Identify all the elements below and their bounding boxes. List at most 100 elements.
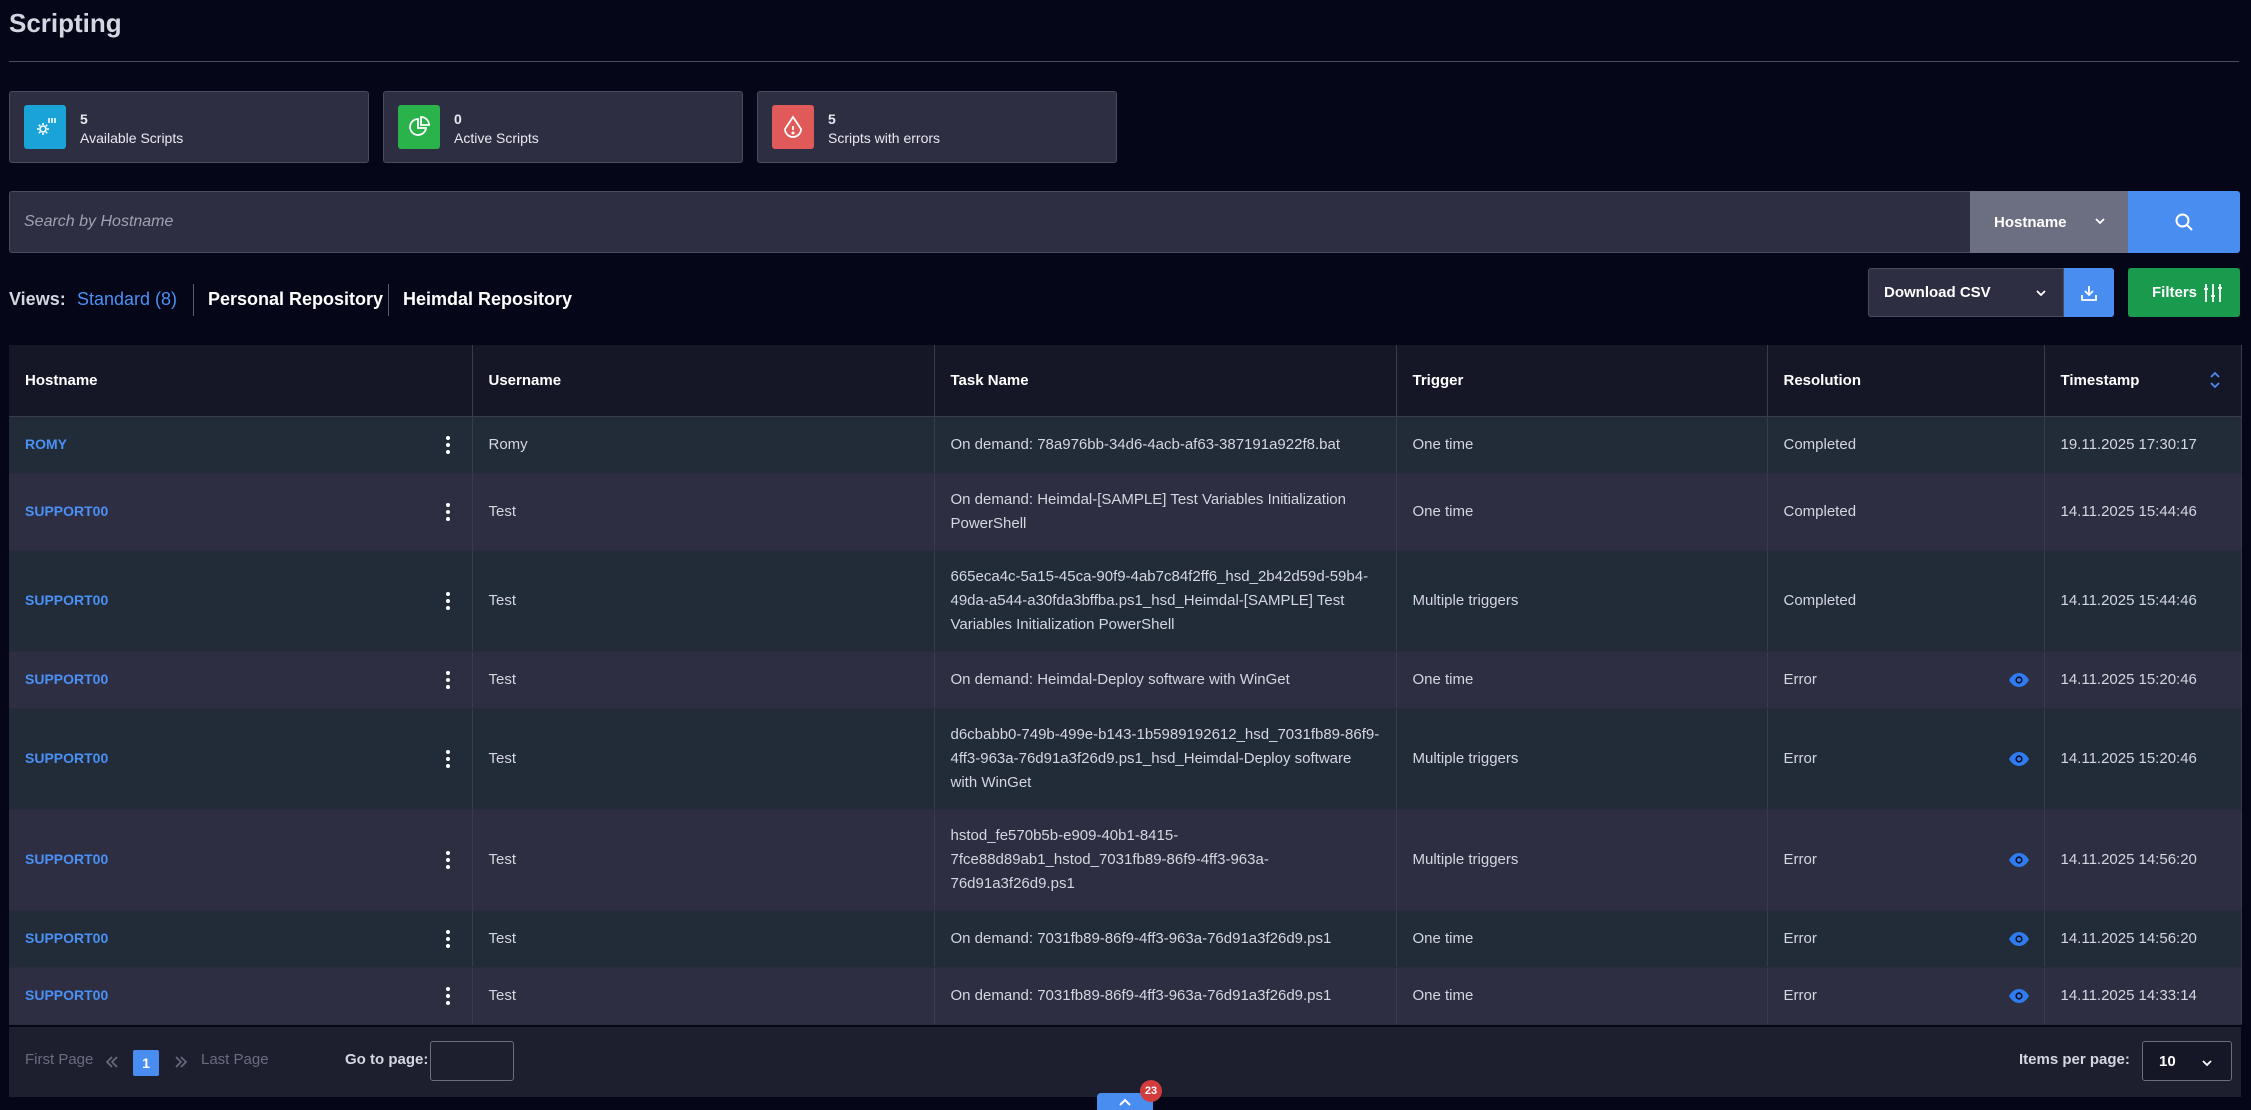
timestamp-date: 14.11.2025 xyxy=(2060,850,2135,868)
resolution-cell: Error xyxy=(1767,809,2045,911)
eye-icon[interactable] xyxy=(2008,988,2030,1004)
search-button[interactable] xyxy=(2128,191,2240,253)
hostname-cell: SUPPORT00 xyxy=(9,910,473,968)
kebab-menu-icon[interactable] xyxy=(445,435,450,454)
double-chevron-right-icon[interactable] xyxy=(174,1055,188,1069)
resolution-cell: Error xyxy=(1767,910,2045,968)
kebab-menu-icon[interactable] xyxy=(445,986,450,1005)
view-separator xyxy=(388,284,389,316)
timestamp-date: 14.11.2025 xyxy=(2060,986,2135,1004)
view-heimdal-repository[interactable]: Heimdal Repository xyxy=(403,289,572,310)
view-personal-repository[interactable]: Personal Repository xyxy=(208,289,383,310)
username-cell: Test xyxy=(472,550,935,652)
timestamp-cell: 14.11.2025 15:44:46 xyxy=(2044,550,2242,652)
eye-icon[interactable] xyxy=(2008,852,2030,868)
resolution-value: Error xyxy=(1783,670,1817,688)
items-per-page-value: 10 xyxy=(2159,1052,2176,1070)
kebab-menu-icon[interactable] xyxy=(445,929,450,948)
column-header-hostname[interactable]: Hostname xyxy=(9,345,473,417)
resolution-cell: Completed xyxy=(1767,473,2045,551)
resolution-value: Error xyxy=(1783,929,1817,947)
kebab-menu-icon[interactable] xyxy=(445,502,450,521)
stat-label: Active Scripts xyxy=(454,130,539,146)
kebab-menu-icon[interactable] xyxy=(445,670,450,689)
table-row: SUPPORT00 Test hstod_fe570b5b-e909-40b1-84… xyxy=(9,809,2242,911)
column-header-resolution[interactable]: Resolution xyxy=(1767,345,2045,417)
timestamp-date: 19.11.2025 xyxy=(2060,435,2135,453)
items-per-page-select[interactable]: 10 xyxy=(2142,1041,2232,1081)
timestamp-time: 15:44:46 xyxy=(2138,591,2197,609)
column-header-trigger[interactable]: Trigger xyxy=(1396,345,1768,417)
hostname-cell: SUPPORT00 xyxy=(9,550,473,652)
hostname-link[interactable]: SUPPORT00 xyxy=(25,671,108,687)
search-input[interactable] xyxy=(24,192,1924,252)
timestamp-time: 15:20:46 xyxy=(2138,670,2197,688)
notification-badge[interactable]: 23 xyxy=(1140,1080,1162,1102)
task-name-cell: On demand: Heimdal-[SAMPLE] Test Variabl… xyxy=(934,473,1397,551)
download-csv-label: Download CSV xyxy=(1884,284,1991,301)
script-gear-icon xyxy=(24,105,66,149)
eye-icon[interactable] xyxy=(2008,931,2030,947)
timestamp-cell: 14.11.2025 14:56:20 xyxy=(2044,809,2242,911)
timestamp-cell: 14.11.2025 14:33:14 xyxy=(2044,967,2242,1025)
timestamp-date: 14.11.2025 xyxy=(2060,670,2135,688)
current-page[interactable]: 1 xyxy=(133,1050,159,1076)
filters-button[interactable]: Filters xyxy=(2128,268,2240,317)
table-row: SUPPORT00 Test On demand: Heimdal-Deploy s… xyxy=(9,651,2242,709)
username-cell: Test xyxy=(472,910,935,968)
timestamp-cell: 14.11.2025 15:44:46 xyxy=(2044,473,2242,551)
search-field-select[interactable]: Hostname xyxy=(1970,191,2128,253)
stat-label: Available Scripts xyxy=(80,130,184,146)
hostname-link[interactable]: SUPPORT00 xyxy=(25,503,108,519)
last-page-link[interactable]: Last Page xyxy=(201,1051,269,1068)
hostname-link[interactable]: SUPPORT00 xyxy=(25,930,108,946)
chevron-down-icon xyxy=(2202,1060,2212,1067)
timestamp-time: 15:44:46 xyxy=(2138,502,2197,520)
timestamp-cell: 19.11.2025 17:30:17 xyxy=(2044,416,2242,474)
task-name-cell: On demand: 7031fb89-86f9-4ff3-963a-76d91… xyxy=(934,910,1397,968)
hostname-link[interactable]: SUPPORT00 xyxy=(25,851,108,867)
kebab-menu-icon[interactable] xyxy=(445,850,450,869)
resolution-cell: Completed xyxy=(1767,550,2045,652)
stat-label: Scripts with errors xyxy=(828,130,941,146)
table-row: ROMY Romy On demand: 78a976bb-34d6-4acb-af… xyxy=(9,416,2242,474)
hostname-link[interactable]: ROMY xyxy=(25,436,67,452)
eye-icon[interactable] xyxy=(2008,751,2030,767)
items-per-page-label: Items per page: xyxy=(2019,1051,2130,1068)
kebab-menu-icon[interactable] xyxy=(445,749,450,768)
hostname-link[interactable]: SUPPORT00 xyxy=(25,987,108,1003)
trigger-cell: Multiple triggers xyxy=(1396,708,1768,810)
view-standard[interactable]: Standard (8) xyxy=(77,289,177,310)
stat-value: 0 xyxy=(454,111,462,127)
double-chevron-left-icon[interactable] xyxy=(105,1055,119,1069)
column-header-timestamp[interactable]: Timestamp xyxy=(2044,345,2242,417)
timestamp-time: 17:30:17 xyxy=(2138,435,2197,453)
username-cell: Test xyxy=(472,809,935,911)
column-header-username[interactable]: Username xyxy=(472,345,935,417)
error-drop-icon xyxy=(772,105,814,149)
search-icon xyxy=(2175,213,2193,231)
resolution-value: Error xyxy=(1783,749,1817,767)
download-button[interactable] xyxy=(2064,268,2114,317)
hostname-link[interactable]: SUPPORT00 xyxy=(25,750,108,766)
column-header-task-name[interactable]: Task Name xyxy=(934,345,1397,417)
column-header-timestamp-label: Timestamp xyxy=(2060,371,2140,389)
kebab-menu-icon[interactable] xyxy=(445,591,450,610)
go-to-page-input[interactable] xyxy=(430,1041,514,1081)
download-csv-select[interactable]: Download CSV xyxy=(1868,268,2064,317)
eye-icon[interactable] xyxy=(2008,672,2030,688)
trigger-cell: One time xyxy=(1396,473,1768,551)
resolution-value: Completed xyxy=(1783,502,1857,520)
stat-card-available-scripts: 5 Available Scripts xyxy=(9,91,369,163)
sort-icon[interactable] xyxy=(2209,369,2221,391)
go-to-page-label: Go to page: xyxy=(345,1051,429,1068)
table-row: SUPPORT00 Test 665eca4c-5a15-45ca-90f9-4ab… xyxy=(9,550,2242,652)
timestamp-time: 14:56:20 xyxy=(2138,850,2197,868)
trigger-cell: One time xyxy=(1396,651,1768,709)
resolution-cell: Error xyxy=(1767,708,2045,810)
hostname-cell: SUPPORT00 xyxy=(9,708,473,810)
hostname-cell: SUPPORT00 xyxy=(9,967,473,1025)
first-page-link[interactable]: First Page xyxy=(25,1051,93,1068)
hostname-link[interactable]: SUPPORT00 xyxy=(25,592,108,608)
resolution-cell: Error xyxy=(1767,651,2045,709)
